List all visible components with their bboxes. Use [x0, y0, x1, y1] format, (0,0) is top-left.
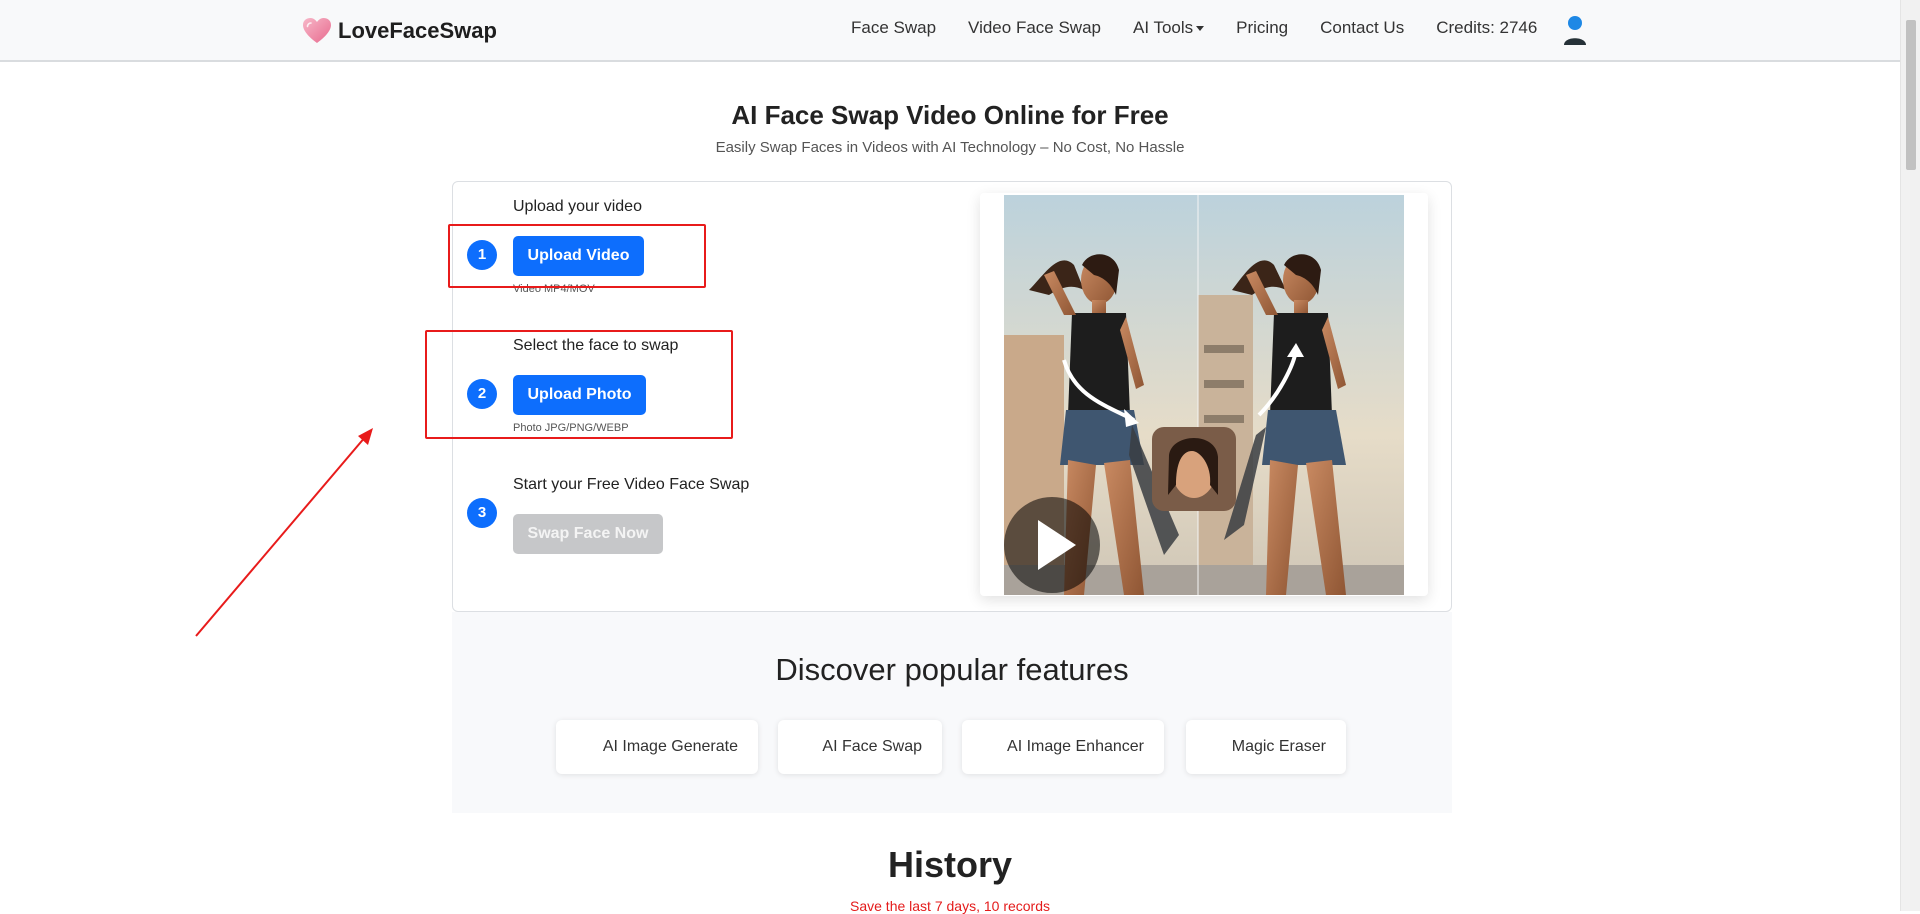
discover-section: Discover popular features AI Image Gener… — [452, 612, 1452, 813]
annotation-box-upload-photo — [425, 330, 733, 439]
scrollbar-thumb[interactable] — [1906, 20, 1916, 170]
nav-ai-tools-dropdown[interactable]: AI Tools — [1117, 14, 1220, 42]
nav-ai-tools-label: AI Tools — [1132, 18, 1194, 37]
feature-ai-face-swap[interactable]: AI Face Swap — [778, 720, 942, 774]
page-scrollbar[interactable] — [1900, 0, 1920, 911]
history-subtitle: Save the last 7 days, 10 records — [850, 898, 1050, 914]
credits-counter: Credits: 2746 — [1436, 18, 1538, 37]
brand-logo[interactable]: LoveFaceSwap — [302, 15, 497, 47]
nav-face-swap[interactable]: Face Swap — [835, 14, 952, 42]
nav-video-face-swap[interactable]: Video Face Swap — [952, 14, 1117, 42]
nav-links: Face Swap Video Face Swap AI Tools Prici… — [835, 14, 1553, 42]
history-title: History — [887, 844, 1013, 885]
page-title: AI Face Swap Video Online for Free — [731, 100, 1169, 130]
heart-logo-icon — [303, 18, 331, 43]
nav-pricing[interactable]: Pricing — [1220, 14, 1304, 42]
discover-title: Discover popular features — [775, 652, 1129, 687]
face-swap-preview-image — [1004, 195, 1404, 595]
step-3-label: Start your Free Video Face Swap — [513, 476, 750, 493]
brand-name: LoveFaceSwap — [338, 18, 497, 43]
nav-contact-us[interactable]: Contact Us — [1304, 14, 1420, 42]
step-1-label: Upload your video — [513, 198, 642, 215]
feature-magic-eraser[interactable]: Magic Eraser — [1186, 720, 1346, 774]
caret-down-icon — [1196, 26, 1205, 32]
feature-ai-image-enhancer[interactable]: AI Image Enhancer — [962, 720, 1164, 774]
top-navbar: LoveFaceSwap Face Swap Video Face Swap A… — [0, 0, 1900, 62]
annotation-box-upload-video — [448, 224, 706, 288]
page-subtitle: Easily Swap Faces in Videos with AI Tech… — [715, 139, 1185, 156]
preview-frame — [980, 193, 1428, 596]
step-3-number: 3 — [467, 498, 497, 528]
user-icon[interactable] — [1562, 14, 1588, 46]
swap-face-now-button[interactable]: Swap Face Now — [513, 514, 663, 554]
feature-ai-image-generate[interactable]: AI Image Generate — [556, 720, 758, 774]
